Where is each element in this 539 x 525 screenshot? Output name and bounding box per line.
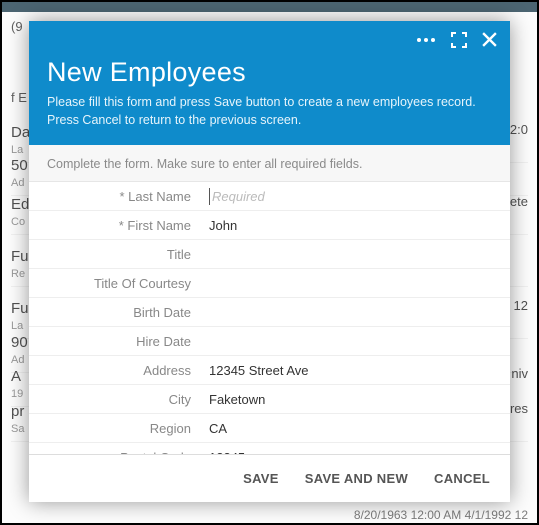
app-frame: (9 f E DaLa 12:0 50Ad EdCo ete FuRe FuLa… xyxy=(0,0,539,525)
field-row-region: Region xyxy=(29,414,510,443)
modal-title: New Employees xyxy=(47,57,492,88)
form-instruction: Complete the form. Make sure to enter al… xyxy=(29,145,510,182)
save-button[interactable]: SAVE xyxy=(239,465,283,492)
more-horizontal-icon xyxy=(415,32,437,48)
field-row-city: City xyxy=(29,385,510,414)
label-birth-date: Birth Date xyxy=(29,305,209,320)
input-hire-date[interactable] xyxy=(209,334,498,349)
input-city[interactable] xyxy=(209,392,498,407)
label-address: Address xyxy=(29,363,209,378)
cancel-button[interactable]: CANCEL xyxy=(430,465,494,492)
label-title-of-courtesy: Title Of Courtesy xyxy=(29,276,209,291)
field-row-address: Address xyxy=(29,356,510,385)
field-row-first-name: * First Name xyxy=(29,211,510,240)
close-button[interactable] xyxy=(481,31,498,48)
field-row-birth-date: Birth Date xyxy=(29,298,510,327)
more-options-button[interactable] xyxy=(415,32,437,48)
input-first-name[interactable] xyxy=(209,218,498,233)
input-title-of-courtesy[interactable] xyxy=(209,276,498,291)
field-row-title: Title xyxy=(29,240,510,269)
new-employees-modal: New Employees Please fill this form and … xyxy=(29,21,510,502)
close-icon xyxy=(481,31,498,48)
modal-body: Complete the form. Make sure to enter al… xyxy=(29,145,510,454)
fullscreen-icon xyxy=(451,32,467,48)
field-row-title-of-courtesy: Title Of Courtesy xyxy=(29,269,510,298)
input-region[interactable] xyxy=(209,421,498,436)
input-title[interactable] xyxy=(209,247,498,262)
label-hire-date: Hire Date xyxy=(29,334,209,349)
input-last-name[interactable] xyxy=(209,188,498,205)
label-last-name: * Last Name xyxy=(29,189,209,204)
fullscreen-button[interactable] xyxy=(451,32,467,48)
field-row-last-name: * Last Name xyxy=(29,182,510,211)
field-row-hire-date: Hire Date xyxy=(29,327,510,356)
save-and-new-button[interactable]: SAVE AND NEW xyxy=(301,465,412,492)
input-address[interactable] xyxy=(209,363,498,378)
label-title: Title xyxy=(29,247,209,262)
modal-footer: SAVE SAVE AND NEW CANCEL xyxy=(29,454,510,502)
modal-header-controls xyxy=(415,31,498,48)
modal-subtitle: Please fill this form and press Save but… xyxy=(47,94,492,129)
label-region: Region xyxy=(29,421,209,436)
input-birth-date[interactable] xyxy=(209,305,498,320)
modal-header: New Employees Please fill this form and … xyxy=(29,21,510,145)
label-first-name: * First Name xyxy=(29,218,209,233)
label-city: City xyxy=(29,392,209,407)
field-row-postal-code: Postal Code xyxy=(29,443,510,454)
